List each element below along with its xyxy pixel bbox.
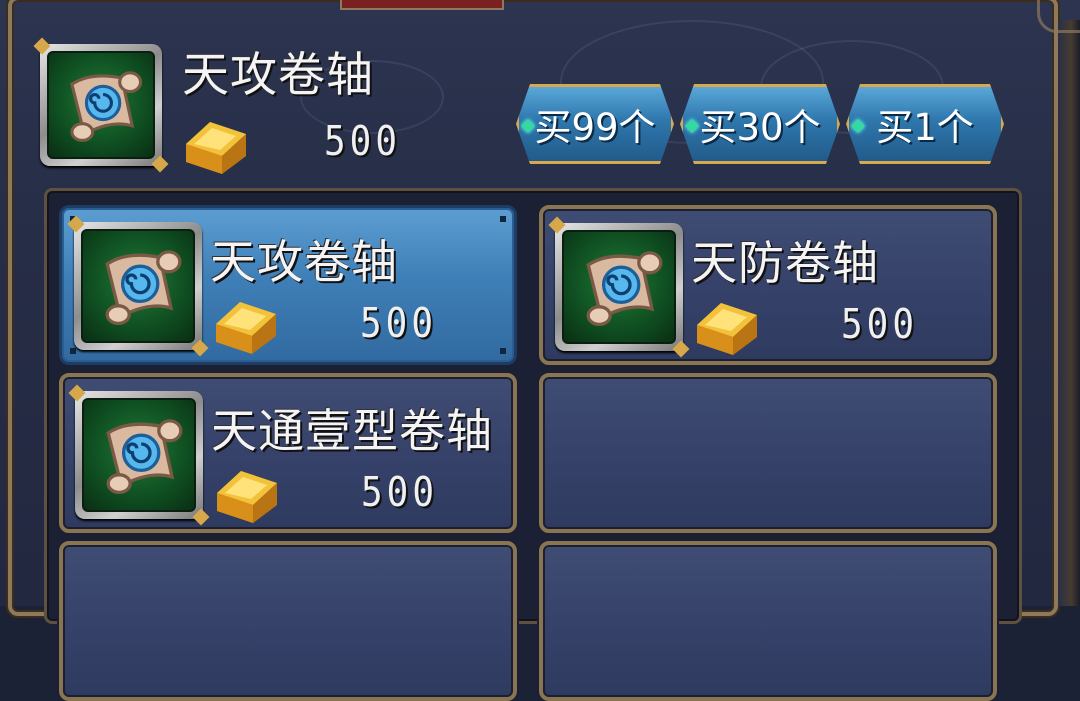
buy-30-button[interactable]: 买30个 — [680, 84, 840, 164]
gold-ingot-icon — [186, 122, 246, 174]
gem-icon — [521, 119, 535, 133]
item-cell-empty[interactable] — [539, 541, 997, 701]
gem-icon — [851, 119, 865, 133]
item-icon-frame — [75, 391, 203, 519]
item-cell-tiantong-scroll[interactable]: 天通壹型卷轴 500 — [59, 373, 517, 533]
item-icon-frame — [74, 222, 202, 350]
gem-icon — [685, 119, 699, 133]
corner-ornament — [1037, 0, 1080, 33]
selected-item-icon-frame — [40, 44, 162, 166]
item-price: 500 — [361, 469, 439, 517]
buy-30-label: 买30个 — [699, 106, 821, 149]
gold-ingot-icon — [217, 471, 277, 523]
selection-corner — [500, 216, 506, 222]
scroll-icon — [81, 229, 195, 343]
item-list: 天攻卷轴 500 天防卷轴 500 天通壹型卷轴 500 — [44, 188, 1022, 701]
shop-window: 天攻卷轴 500 买99个 买30个 买1个 天攻卷轴 500 天防卷轴 500… — [0, 0, 1080, 701]
selected-item-name: 天攻卷轴 — [182, 48, 374, 103]
selection-corner — [70, 348, 76, 354]
item-cell-tiangong-scroll[interactable]: 天攻卷轴 500 — [59, 205, 517, 365]
item-cell-empty[interactable] — [539, 373, 997, 533]
gold-ingot-icon — [216, 302, 276, 354]
gold-ingot-icon — [697, 303, 757, 355]
buy-99-button[interactable]: 买99个 — [516, 84, 674, 164]
buy-1-label: 买1个 — [876, 106, 974, 149]
item-cell-empty[interactable] — [59, 541, 517, 701]
buy-99-label: 买99个 — [534, 106, 656, 149]
scroll-icon — [562, 230, 676, 344]
selection-corner — [500, 348, 506, 354]
selected-item-price: 500 — [324, 118, 402, 166]
item-cell-tianfang-scroll[interactable]: 天防卷轴 500 — [539, 205, 997, 365]
item-name: 天攻卷轴 — [210, 235, 398, 289]
item-price: 500 — [841, 301, 919, 349]
item-name: 天防卷轴 — [691, 236, 879, 290]
scroll-icon — [82, 398, 196, 512]
item-name: 天通壹型卷轴 — [211, 404, 493, 458]
window-right-edge — [1058, 20, 1080, 606]
item-price: 500 — [360, 300, 438, 348]
item-icon-frame — [555, 223, 683, 351]
scroll-icon — [47, 51, 155, 159]
window-top-tab — [340, 0, 504, 10]
buy-1-button[interactable]: 买1个 — [846, 84, 1004, 164]
